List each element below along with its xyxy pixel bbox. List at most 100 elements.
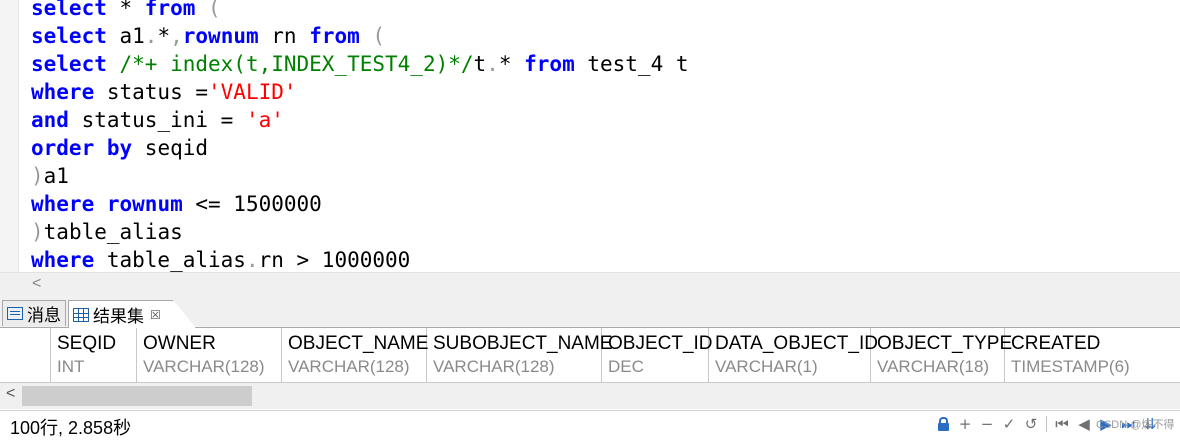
sql-editor[interactable]: select * from (select a1.*,rownum rn fro… — [0, 0, 1180, 272]
column-header[interactable]: OBJECT_ID DEC — [602, 328, 713, 382]
column-header[interactable]: DATA_OBJECT_ID VARCHAR(1) — [709, 328, 878, 382]
column-name: SUBOBJECT_NAME — [433, 333, 613, 354]
sql-keyword: where — [31, 248, 95, 272]
sql-token: status = — [94, 80, 209, 104]
code-line[interactable]: )a1 — [31, 162, 689, 190]
sql-token: * — [157, 24, 171, 48]
sql-keyword: order by — [31, 136, 133, 160]
tab-results-label: 结果集 — [93, 307, 144, 326]
sql-keyword: select — [31, 24, 107, 48]
sql-token: t — [473, 52, 487, 76]
result-grid[interactable]: SEQID INT OWNER VARCHAR(128) OBJECT_NAME VARC… — [0, 328, 1180, 383]
column-type: INT — [57, 357, 85, 376]
tab-results[interactable]: 结果集 ☒ — [68, 300, 196, 328]
scroll-left-icon[interactable]: < — [6, 385, 15, 403]
column-type: VARCHAR(1) — [715, 357, 818, 376]
code-line[interactable]: select a1.*,rownum rn from ( — [31, 22, 689, 50]
code-line[interactable]: select /*+ index(t,INDEX_TEST4_2)*/t.* f… — [31, 50, 689, 78]
sql-token: rn — [258, 24, 310, 48]
tab-messages-label: 消息 — [27, 306, 61, 325]
code-line[interactable]: select * from ( — [31, 0, 689, 22]
tab-messages[interactable]: 消息 — [2, 300, 66, 326]
sql-string: 'VALID' — [208, 80, 297, 104]
sql-keyword: where — [31, 192, 95, 216]
column-type: DEC — [608, 357, 644, 376]
sql-token: status_ini = — [68, 108, 246, 132]
undo-button[interactable]: ↺ — [1022, 415, 1040, 433]
grid-horizontal-scrollbar[interactable]: < — [0, 383, 1180, 409]
column-name: OBJECT_ID — [608, 333, 713, 354]
column-name: DATA_OBJECT_ID — [715, 333, 878, 354]
editor-horizontal-scrollbar[interactable]: < — [0, 272, 1180, 299]
editor-gutter — [0, 0, 19, 272]
prev-page-button[interactable]: ◀ — [1075, 415, 1093, 433]
sql-keyword: from — [524, 52, 575, 76]
code-line[interactable]: )table_alias — [31, 218, 689, 246]
sql-token: table_alias — [94, 248, 246, 272]
sql-token: * — [106, 0, 145, 20]
sql-token: a1 — [43, 164, 69, 188]
lock-icon — [937, 416, 949, 431]
close-tab-icon[interactable]: ☒ — [150, 308, 161, 322]
sql-token: ( — [195, 0, 221, 20]
column-header[interactable]: SUBOBJECT_NAME VARCHAR(128) — [427, 328, 613, 382]
column-header[interactable]: SEQID INT — [51, 328, 137, 382]
sql-keyword: and — [31, 108, 69, 132]
sql-token: * — [498, 52, 525, 76]
sql-token: rn > 1000000 — [258, 248, 411, 272]
sql-token: <= 1500000 — [182, 192, 322, 216]
code-line[interactable]: where rownum <= 1500000 — [31, 190, 689, 218]
sql-token: ) — [31, 164, 44, 188]
column-header[interactable]: OBJECT_NAME VARCHAR(128) — [282, 328, 429, 382]
sql-token: a1 — [106, 24, 145, 48]
column-name: OWNER — [143, 333, 216, 354]
result-tabs: 消息 结果集 ☒ — [0, 298, 1180, 328]
sql-keyword: rownum — [106, 192, 183, 216]
sql-token: , — [170, 24, 183, 48]
column-type: TIMESTAMP(6) — [1011, 357, 1130, 376]
sql-keyword: from — [144, 0, 196, 20]
column-header[interactable]: OWNER VARCHAR(128) — [137, 328, 282, 382]
watermark: CSDN @炼不得 — [1096, 419, 1175, 431]
table-grid-icon — [73, 307, 89, 322]
sql-string: 'a' — [245, 108, 284, 132]
column-type: VARCHAR(128) — [143, 357, 265, 376]
sql-keyword: select — [31, 0, 107, 20]
status-text: 100行, 2.858秒 — [10, 418, 132, 438]
sql-keyword: rownum — [182, 24, 259, 48]
toolbar-divider — [1046, 416, 1047, 432]
scrollbar-thumb[interactable] — [22, 386, 252, 406]
scroll-left-icon[interactable]: < — [32, 275, 41, 293]
sql-token: . — [486, 52, 499, 76]
status-bar: 100行, 2.858秒 + − ✓ ↺ ⏮ ◀ ▶ ⏭ ⇊ CSDN @炼不得 — [0, 410, 1180, 438]
column-type: VARCHAR(128) — [288, 357, 410, 376]
sql-token: test_4 t — [574, 52, 689, 76]
lock-button[interactable] — [934, 415, 952, 433]
column-name: OBJECT_NAME — [288, 333, 429, 354]
code-line[interactable]: where status ='VALID' — [31, 78, 689, 106]
sql-keyword: where — [31, 80, 95, 104]
add-row-button[interactable]: + — [956, 415, 974, 433]
row-header-corner[interactable] — [0, 328, 51, 382]
column-name: CREATED — [1011, 333, 1101, 354]
message-icon — [7, 307, 23, 320]
column-header[interactable]: OBJECT_TYPE VARCHAR(18) — [871, 328, 1012, 382]
sql-code[interactable]: select * from (select a1.*,rownum rn fro… — [31, 0, 689, 272]
sql-keyword: select — [31, 52, 107, 76]
column-type: VARCHAR(18) — [877, 357, 990, 376]
sql-token: ( — [359, 24, 386, 48]
first-page-button[interactable]: ⏮ — [1053, 415, 1071, 433]
code-line[interactable]: and status_ini = 'a' — [31, 106, 689, 134]
code-line[interactable]: where table_alias.rn > 1000000 — [31, 246, 689, 272]
column-type: VARCHAR(128) — [433, 357, 555, 376]
delete-row-button[interactable]: − — [978, 415, 996, 433]
sql-token: ) — [31, 220, 44, 244]
column-name: SEQID — [57, 333, 117, 354]
column-header[interactable]: CREATED TIMESTAMP(6) — [1005, 328, 1180, 382]
sql-token: . — [245, 248, 259, 272]
sql-token: . — [144, 24, 158, 48]
code-line[interactable]: order by seqid — [31, 134, 689, 162]
sql-token: table_alias — [43, 220, 183, 244]
commit-button[interactable]: ✓ — [1000, 415, 1018, 433]
